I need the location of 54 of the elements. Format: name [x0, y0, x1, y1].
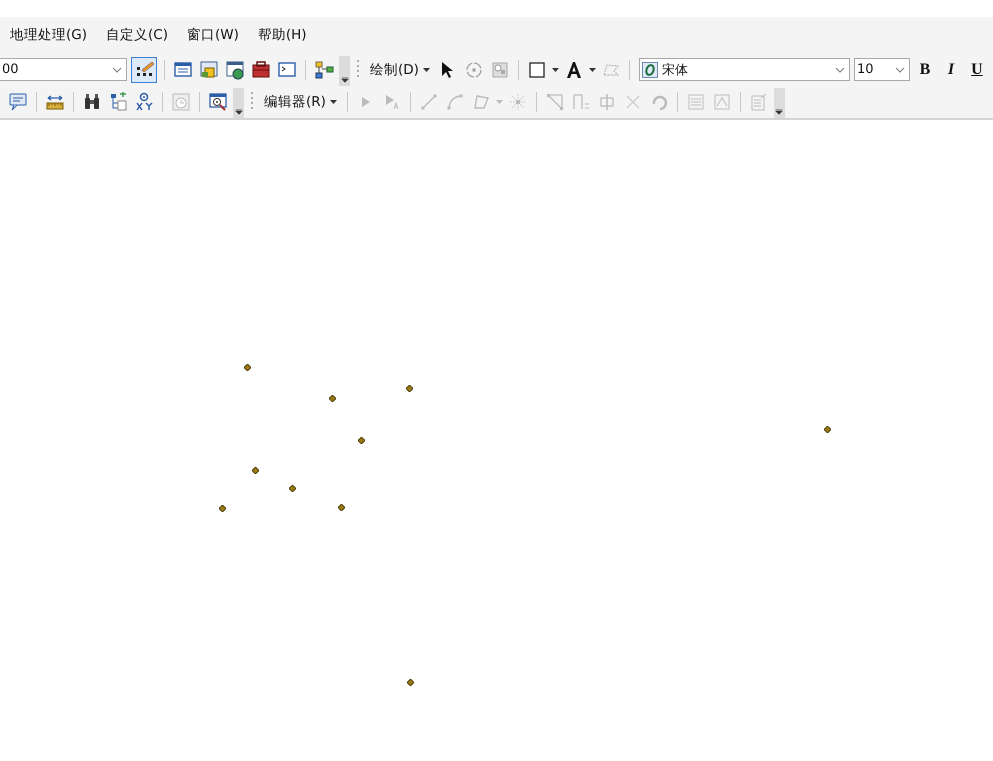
menu-item[interactable]: 自定义(C): [99, 26, 175, 44]
edit-tool-button[interactable]: [131, 56, 157, 82]
dropdown-caret-icon[interactable]: [552, 68, 559, 72]
arc-icon: [444, 92, 465, 112]
toolbox-icon: [251, 60, 271, 80]
draw-menu-button[interactable]: 绘制(D): [367, 60, 433, 78]
point-marker: [406, 384, 412, 392]
line-icon: [418, 92, 439, 112]
sketch-icon: [712, 92, 732, 112]
catalog-icon: [199, 60, 219, 80]
dropdown-caret-icon[interactable]: [422, 68, 430, 72]
point-marker: [244, 364, 250, 370]
overflow-icon: [775, 109, 784, 115]
point-marker: [338, 504, 344, 510]
binoculars-icon: [82, 92, 102, 112]
globe-window-icon: [225, 60, 245, 80]
chevron-down-icon[interactable]: [894, 66, 905, 72]
clock-icon: [171, 92, 191, 112]
rectangle-icon: [526, 60, 547, 80]
flowchart-icon: [314, 60, 334, 80]
point-marker: [288, 484, 296, 492]
dropdown-caret-icon[interactable]: [588, 68, 596, 72]
xy-icon: [134, 92, 154, 112]
form-icon: [748, 92, 769, 112]
chevron-down-icon[interactable]: [834, 66, 845, 72]
triangle-edit-icon: [544, 92, 565, 112]
font-field[interactable]: 宋体: [638, 58, 850, 81]
overflow-icon: [340, 77, 348, 83]
font-size-field[interactable]: 10: [854, 58, 910, 81]
text-style-button[interactable]: B: [914, 58, 936, 80]
menu-item[interactable]: 窗口(W): [180, 26, 246, 44]
table-window-icon: [173, 60, 193, 80]
point-marker: [328, 394, 336, 402]
zoom-selected-icon: [490, 60, 510, 80]
map-scale-field[interactable]: 00: [0, 58, 127, 81]
console-window-icon: [277, 60, 297, 80]
burst-icon: [508, 92, 528, 112]
table-icon: [686, 92, 706, 112]
point-marker: [406, 678, 414, 686]
speech-bubble-icon: [8, 92, 28, 112]
toolbar-overflow-button[interactable]: [339, 56, 350, 86]
chevron-down-icon[interactable]: [112, 66, 122, 72]
point-marker: [252, 466, 258, 474]
overflow-icon: [234, 109, 242, 115]
menu-item[interactable]: 地理处理(G): [3, 26, 94, 44]
text-style-button[interactable]: U: [966, 58, 988, 80]
hierarchy-icon: [108, 92, 128, 112]
font-type-icon: [642, 62, 658, 78]
point-marker: [358, 436, 364, 444]
menu-item[interactable]: 帮助(H): [250, 26, 314, 44]
point-marker: [218, 504, 226, 512]
point-marker: [824, 426, 830, 432]
text-style-button[interactable]: I: [940, 58, 962, 80]
magnifier-window-icon: [208, 92, 228, 112]
